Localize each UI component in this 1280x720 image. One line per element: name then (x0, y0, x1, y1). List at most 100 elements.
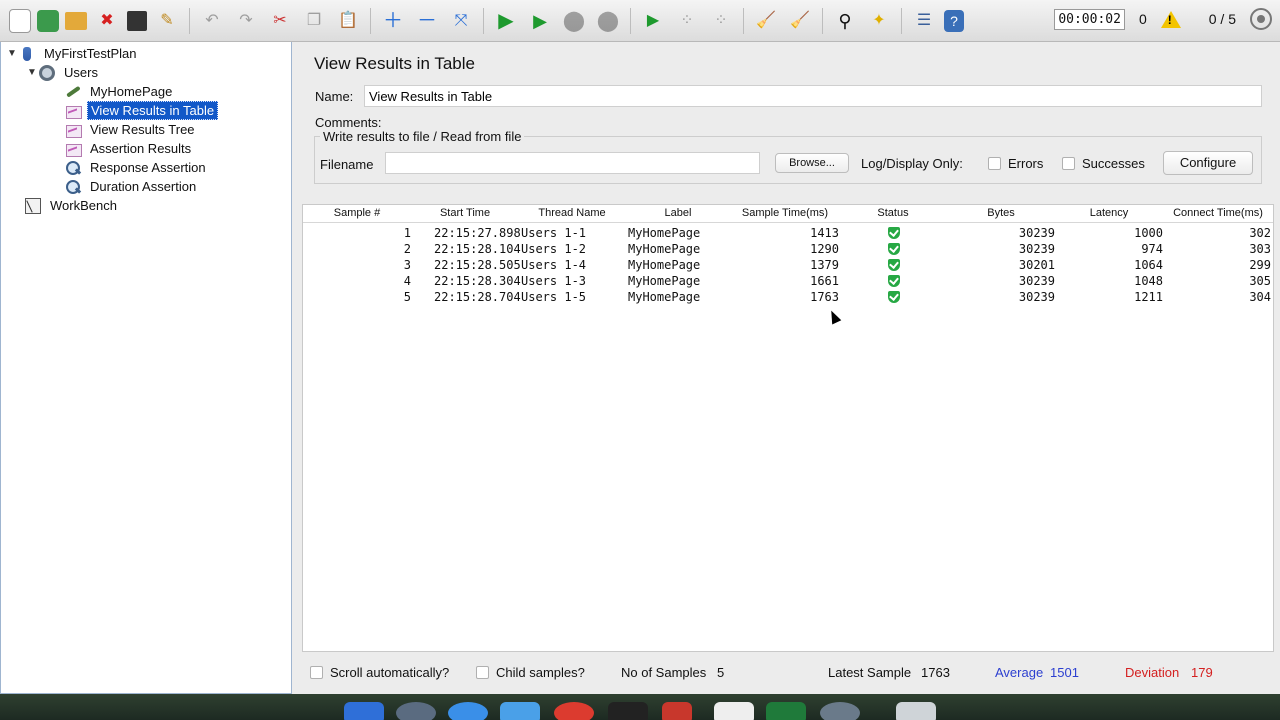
latest-sample-label: Latest Sample (828, 665, 912, 680)
column-header[interactable]: Sample Time(ms) (731, 207, 839, 219)
mail-icon[interactable] (500, 702, 540, 720)
save-icon[interactable] (127, 10, 147, 31)
document-app-icon[interactable] (714, 702, 754, 720)
tree-node-view-results-tree[interactable]: View Results Tree (65, 120, 198, 139)
collapse-arrow-icon[interactable]: ▼ (7, 48, 19, 59)
app-icon[interactable] (820, 702, 860, 720)
results-table[interactable]: Sample # Start Time Thread Name Label Sa… (302, 204, 1274, 652)
expand-icon[interactable]: ＋ (379, 7, 407, 35)
deviation-value: 179 (1191, 665, 1213, 680)
column-header[interactable]: Connect Time(ms) (1163, 207, 1273, 219)
name-field[interactable] (364, 85, 1262, 107)
cell-bytes: 30239 (1018, 274, 1055, 288)
open-icon[interactable] (65, 11, 87, 30)
cell-connect: 303 (1249, 242, 1271, 256)
configure-button[interactable]: Configure (1163, 151, 1253, 175)
column-header[interactable]: Thread Name (519, 207, 625, 219)
cell-thread: Users 1-2 (521, 242, 587, 256)
column-header[interactable]: Sample # (303, 207, 411, 219)
cell-connect: 304 (1249, 290, 1271, 304)
save-as-icon[interactable]: ✎ (153, 7, 181, 35)
tree-node-workbench[interactable]: WorkBench (25, 196, 120, 215)
toolbar-separator (630, 7, 631, 34)
clear-icon[interactable]: 🧹 (752, 7, 780, 35)
column-header[interactable]: Label (625, 207, 731, 219)
chrome-icon[interactable] (554, 702, 594, 720)
new-icon[interactable] (9, 8, 31, 33)
reset-search-icon[interactable]: ✦ (865, 7, 893, 35)
deviation-label: Deviation (1125, 665, 1180, 680)
column-header[interactable]: Start Time (411, 207, 519, 219)
copy-icon[interactable]: ❐ (300, 7, 328, 35)
collapse-icon[interactable]: － (413, 7, 441, 35)
function-helper-icon[interactable]: ☰ (910, 7, 938, 35)
tree-node-label: View Results in Table (87, 101, 219, 120)
excel-icon[interactable] (766, 702, 806, 720)
tree-node-label: Users (64, 65, 98, 80)
remote-stop-icon[interactable]: ⁘ (673, 7, 701, 35)
templates-icon[interactable] (37, 9, 59, 32)
column-header[interactable]: Status (839, 207, 947, 219)
successes-checkbox[interactable] (1062, 157, 1075, 170)
cell-label: MyHomePage (628, 258, 701, 272)
paste-icon[interactable]: 📋 (334, 7, 362, 35)
table-row[interactable]: 2 22:15:28.104 Users 1-2 MyHomePage 1290… (303, 241, 1273, 257)
terminal-icon[interactable] (608, 702, 648, 720)
cut-icon[interactable]: ✂ (266, 7, 294, 35)
undo-icon[interactable]: ↶ (198, 7, 226, 35)
tree-node-assertion-results[interactable]: Assertion Results (65, 139, 194, 158)
table-row[interactable]: 1 22:15:27.898 Users 1-1 MyHomePage 1413… (303, 225, 1273, 241)
table-row[interactable]: 4 22:15:28.304 Users 1-3 MyHomePage 1661… (303, 273, 1273, 289)
errors-checkbox[interactable] (988, 157, 1001, 170)
jmeter-window: ✖ ✎ ↶ ↷ ✂ ❐ 📋 ＋ － ⤧ ▶ ▶ ⬤ ⬤ ▶ ⁘ ⁘ 🧹 🧹 ⚲ … (0, 0, 1280, 720)
successes-label: Successes (1082, 156, 1145, 171)
start-icon[interactable]: ▶ (492, 7, 520, 35)
pencil-app-icon[interactable] (662, 702, 692, 720)
success-shield-icon (888, 227, 900, 239)
trash-icon[interactable] (896, 702, 936, 720)
collapse-arrow-icon[interactable]: ▼ (27, 67, 39, 78)
cell-bytes: 30201 (1018, 258, 1055, 272)
tree-node-view-results-table[interactable]: View Results in Table (65, 101, 219, 120)
safari-icon[interactable] (448, 702, 488, 720)
remote-start-icon[interactable]: ▶ (639, 7, 667, 35)
table-row[interactable]: 5 22:15:28.704 Users 1-5 MyHomePage 1763… (303, 289, 1273, 305)
help-icon[interactable]: ? (944, 9, 964, 32)
samples-count-value: 5 (717, 665, 725, 680)
finder-icon[interactable] (344, 702, 384, 720)
column-header[interactable]: Latency (1055, 207, 1163, 219)
start-no-pauses-icon[interactable]: ▶ (526, 7, 554, 35)
tree-node-test-plan[interactable]: ▼ MyFirstTestPlan (7, 44, 139, 63)
toolbar-separator (822, 7, 823, 34)
browse-button[interactable]: Browse... (775, 153, 849, 173)
latest-sample-value: 1763 (921, 665, 950, 680)
filename-field[interactable] (385, 152, 760, 174)
tree-node-label: MyHomePage (90, 84, 173, 99)
name-label: Name: (315, 88, 354, 104)
average-value: 1501 (1050, 665, 1079, 680)
tree-node-thread-group[interactable]: ▼ Users (27, 63, 101, 82)
tree-node-http-sampler[interactable]: MyHomePage (65, 82, 175, 101)
cell-bytes: 30239 (1018, 290, 1055, 304)
tree-node-duration-assertion[interactable]: Duration Assertion (65, 177, 199, 196)
warning-icon[interactable] (1160, 10, 1181, 28)
tree-node-label: WorkBench (50, 198, 117, 213)
close-icon[interactable]: ✖ (93, 7, 121, 35)
file-group-title: Write results to file / Read from file (320, 129, 525, 144)
average-label: Average (995, 665, 1044, 680)
toggle-icon[interactable]: ⤧ (447, 7, 475, 35)
scroll-auto-checkbox[interactable] (310, 666, 323, 679)
table-row[interactable]: 3 22:15:28.505 Users 1-4 MyHomePage 1379… (303, 257, 1273, 273)
remote-engines-icon[interactable] (1250, 8, 1272, 30)
column-header[interactable]: Bytes (947, 207, 1055, 219)
stop-icon[interactable]: ⬤ (560, 7, 588, 35)
remote-shutdown-icon[interactable]: ⁘ (707, 7, 735, 35)
cell-sample-time: 1413 (810, 226, 839, 240)
tree-node-response-assertion[interactable]: Response Assertion (65, 158, 209, 177)
search-icon[interactable]: ⚲ (831, 7, 859, 35)
clear-all-icon[interactable]: 🧹 (786, 7, 814, 35)
child-samples-checkbox[interactable] (476, 666, 489, 679)
redo-icon[interactable]: ↷ (232, 7, 260, 35)
shutdown-icon[interactable]: ⬤ (594, 7, 622, 35)
launchpad-icon[interactable] (396, 702, 436, 720)
